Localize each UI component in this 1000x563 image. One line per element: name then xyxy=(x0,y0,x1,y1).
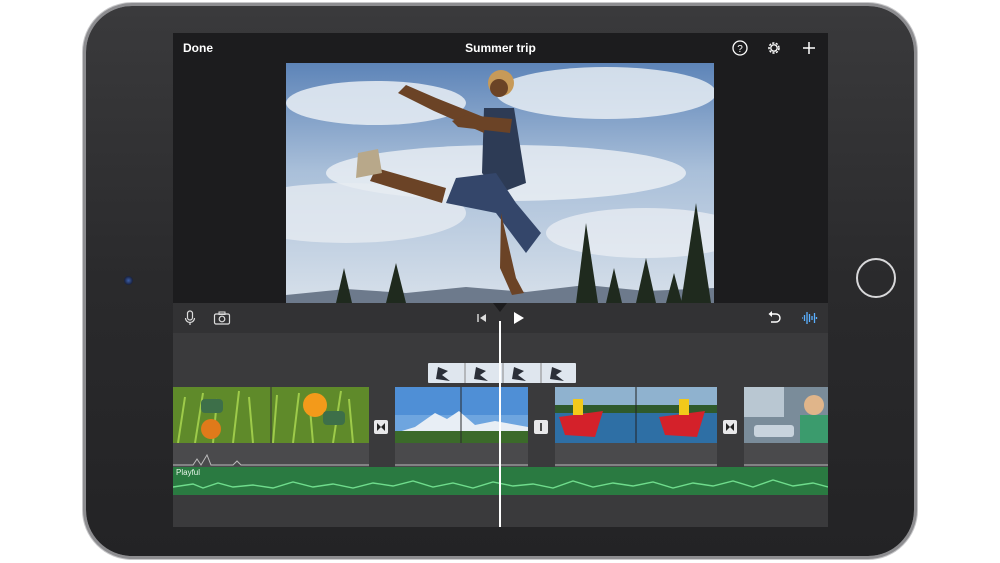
cutaway-clip[interactable] xyxy=(428,363,576,383)
clip-audio-waveform xyxy=(395,443,528,467)
camera-icon[interactable] xyxy=(213,309,231,327)
clip-audio-waveform xyxy=(744,443,828,467)
playhead-line[interactable] xyxy=(499,321,501,527)
clip-audio-waveform xyxy=(555,443,717,467)
imovie-screen: Done Summer trip ? Playful xyxy=(173,33,828,527)
transition-icon[interactable] xyxy=(723,420,737,434)
microphone-icon[interactable] xyxy=(181,309,199,327)
clip-audio-waveform xyxy=(173,443,369,467)
question-circle-icon[interactable]: ? xyxy=(731,39,749,57)
clip-kayaks[interactable] xyxy=(555,387,717,443)
front-camera xyxy=(124,276,133,285)
video-viewer[interactable] xyxy=(173,63,828,303)
undo-icon[interactable] xyxy=(765,309,783,327)
plus-icon[interactable] xyxy=(800,39,818,57)
play-icon[interactable] xyxy=(509,309,527,327)
transition-icon[interactable] xyxy=(374,420,388,434)
gear-icon[interactable] xyxy=(765,39,783,57)
skip-to-start-icon[interactable] xyxy=(473,309,491,327)
project-title: Summer trip xyxy=(465,41,536,55)
clip-grass-ball[interactable] xyxy=(173,387,369,443)
home-button[interactable] xyxy=(856,258,896,298)
timeline-panel[interactable]: Playful xyxy=(173,303,828,527)
playhead-marker[interactable] xyxy=(493,303,507,312)
preview-image-jumping-kid xyxy=(286,63,714,303)
clip-car-kid[interactable] xyxy=(744,387,828,443)
top-bar: Done Summer trip ? xyxy=(173,33,828,63)
svg-text:?: ? xyxy=(737,44,743,55)
clip-mountain-lake[interactable] xyxy=(395,387,528,443)
waveform-icon[interactable] xyxy=(800,309,818,327)
transition-icon[interactable] xyxy=(534,420,548,434)
